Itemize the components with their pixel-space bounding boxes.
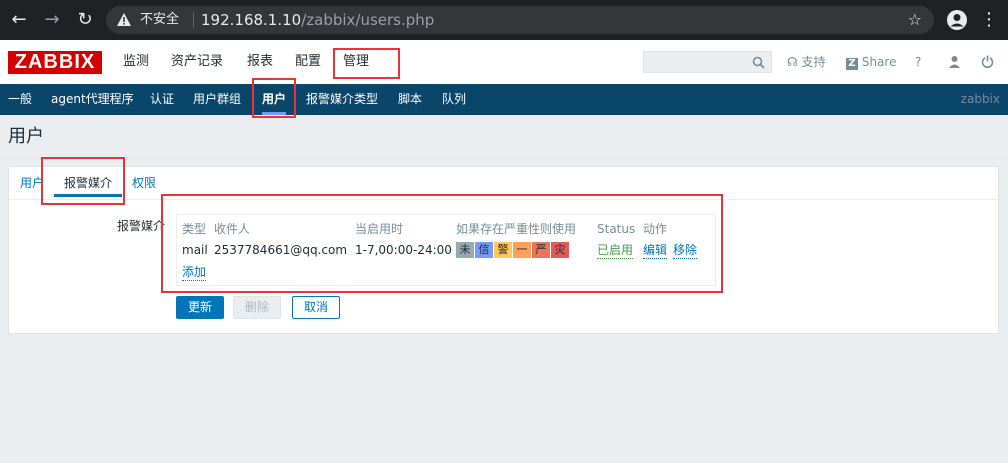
support-label: 支持 <box>801 55 826 69</box>
media-table: 类型 收件人 当启用时 如果存在严重性则使用 Status 动作 mail 25… <box>176 214 716 286</box>
share-link[interactable]: Z Share <box>846 53 896 71</box>
subnav-authentication[interactable]: 认证 <box>150 84 174 115</box>
profile-avatar-icon[interactable] <box>946 9 968 31</box>
url-divider <box>193 12 194 28</box>
user-form-panel: 用户 报警媒介 权限 报警媒介 类型 收件人 当启用时 如果存在严重性则使用 S… <box>8 166 999 334</box>
back-arrow-icon[interactable]: ← <box>8 9 30 31</box>
add-media-link[interactable]: 添加 <box>182 264 207 281</box>
global-search-input[interactable] <box>643 51 772 73</box>
title-divider <box>0 158 1008 159</box>
address-bar[interactable]: 不安全 192.168.1.10/zabbix/users.php ☆ <box>106 6 934 34</box>
when-active-cell: 1-7,00:00-24:00 <box>355 243 452 257</box>
remove-media-link[interactable]: 移除 <box>673 242 698 259</box>
subnav-scripts[interactable]: 脚本 <box>398 84 422 115</box>
tab-user[interactable]: 用户 <box>20 175 44 191</box>
support-link[interactable]: ☊ 支持 <box>787 53 826 71</box>
tabs-divider <box>9 199 998 200</box>
send-to-cell: 2537784661@qq.com <box>214 243 348 257</box>
menu-monitoring[interactable]: 监测 <box>123 53 149 71</box>
subnav-users[interactable]: 用户 <box>262 84 287 115</box>
column-when-active: 当启用时 <box>355 222 404 236</box>
severity-high: 严 <box>532 242 551 258</box>
menu-reports[interactable]: 报表 <box>247 53 273 71</box>
menu-inventory[interactable]: 资产记录 <box>171 53 223 71</box>
zabbix-logo[interactable]: ZABBIX <box>8 51 102 74</box>
admin-subnav: 一般 agent代理程序 认证 用户群组 用户 报警媒介类型 脚本 队列 zab… <box>0 84 1008 115</box>
user-profile-icon[interactable] <box>948 55 961 68</box>
subnav-user-groups[interactable]: 用户群组 <box>193 84 241 115</box>
browser-menu-icon[interactable]: ⋮ <box>980 9 998 31</box>
column-severity: 如果存在严重性则使用 <box>456 222 577 236</box>
share-label: Share <box>861 55 897 69</box>
page-title: 用户 <box>8 126 44 147</box>
severity-warning: 警 <box>494 242 513 258</box>
tab-media[interactable]: 报警媒介 <box>64 175 112 191</box>
status-enabled-link[interactable]: 已启用 <box>597 242 634 259</box>
severity-average: 一 <box>513 242 532 258</box>
edit-media-link[interactable]: 编辑 <box>643 242 668 259</box>
headset-icon: ☊ <box>787 55 798 69</box>
url-path: /zabbix/users.php <box>301 11 435 29</box>
browser-chrome: ← → ↻ 不安全 192.168.1.10/zabbix/users.php … <box>0 0 1008 40</box>
url-text[interactable]: 192.168.1.10/zabbix/users.php <box>201 11 434 29</box>
column-send-to: 收件人 <box>214 222 251 236</box>
forward-arrow-icon[interactable]: → <box>41 9 63 31</box>
subnav-general[interactable]: 一般 <box>8 84 32 115</box>
zabbix-header: ZABBIX 监测 资产记录 报表 配置 管理 ☊ 支持 Z Share ? <box>0 40 1008 84</box>
column-status: Status <box>597 222 636 236</box>
severity-disaster: 灾 <box>551 242 570 258</box>
url-host: 192.168.1.10 <box>201 11 302 29</box>
severity-badges: 未 信 警 一 严 灾 <box>456 242 570 258</box>
column-type: 类型 <box>182 222 207 236</box>
severity-not-classified: 未 <box>456 242 475 258</box>
warning-triangle-icon <box>117 13 131 26</box>
tab-permissions[interactable]: 权限 <box>132 175 156 191</box>
help-icon[interactable]: ? <box>915 53 921 71</box>
update-button[interactable]: 更新 <box>176 296 224 319</box>
column-action: 动作 <box>643 222 668 236</box>
delete-button[interactable]: 删除 <box>233 296 281 319</box>
subnav-proxies[interactable]: agent代理程序 <box>51 84 134 115</box>
menu-administration[interactable]: 管理 <box>343 53 369 71</box>
server-name: zabbix <box>960 92 1000 106</box>
subnav-queue[interactable]: 队列 <box>442 84 466 115</box>
reload-icon[interactable]: ↻ <box>74 9 96 31</box>
subnav-media-types[interactable]: 报警媒介类型 <box>306 84 378 115</box>
media-field-label: 报警媒介 <box>117 219 166 233</box>
cancel-button[interactable]: 取消 <box>292 296 340 319</box>
severity-information: 信 <box>475 242 494 258</box>
insecure-label: 不安全 <box>140 12 180 27</box>
media-type-cell: mail <box>182 243 208 257</box>
power-icon[interactable] <box>981 55 994 68</box>
active-tab-indicator <box>54 194 122 197</box>
menu-configuration[interactable]: 配置 <box>295 53 321 71</box>
bookmark-star-icon[interactable]: ☆ <box>908 11 922 29</box>
share-icon: Z <box>846 58 858 70</box>
search-icon[interactable] <box>752 56 765 69</box>
